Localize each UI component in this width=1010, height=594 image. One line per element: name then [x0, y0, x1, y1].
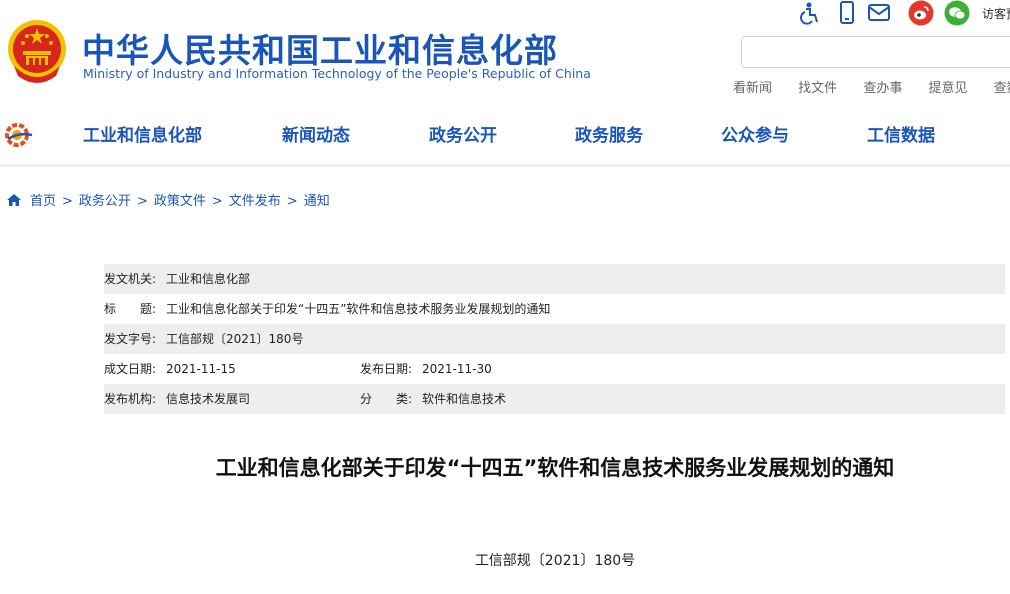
quick-link-news[interactable]: 看新闻	[733, 77, 772, 96]
site-header: 中华人民共和国工业和信息化部 Ministry of Industry and …	[0, 0, 1010, 110]
weibo-icon[interactable]	[908, 0, 934, 26]
search-input[interactable]	[741, 36, 1010, 68]
site-title[interactable]: 中华人民共和国工业和信息化部	[82, 24, 558, 72]
breadcrumb-notice[interactable]: 通知	[304, 194, 330, 209]
accessibility-icon[interactable]	[796, 0, 822, 26]
national-emblem-icon[interactable]	[6, 18, 68, 84]
title-label: 标 题:	[104, 302, 157, 316]
issuer-value: 工业和信息化部	[166, 272, 251, 286]
nav-item-data[interactable]: 工信数据	[867, 121, 935, 146]
category-label: 分 类:	[360, 392, 413, 406]
category-value: 软件和信息技术	[422, 392, 507, 406]
mail-icon[interactable]	[866, 0, 892, 26]
org-label: 发布机构:	[104, 392, 157, 406]
quick-link-data[interactable]: 查数	[994, 77, 1010, 96]
org-value: 信息技术发展司	[166, 392, 251, 406]
quick-link-services[interactable]: 查办事	[863, 77, 902, 96]
breadcrumb-home[interactable]: 首页	[30, 194, 56, 209]
published-date-label: 发布日期:	[360, 362, 413, 376]
home-icon[interactable]	[6, 193, 22, 207]
breadcrumb-separator: >	[211, 194, 223, 209]
info-row-org: 发布机构: 信息技术发展司 分 类: 软件和信息技术	[104, 384, 1005, 414]
document-info-table: 发文机关: 工业和信息化部 标 题: 工业和信息化部关于印发“十四五”软件和信息…	[104, 264, 1005, 414]
published-date-value: 2021-11-30	[422, 362, 492, 376]
document-heading: 工业和信息化部关于印发“十四五”软件和信息技术服务业发展规划的通知	[215, 456, 895, 480]
created-date-value: 2021-11-15	[166, 362, 236, 376]
breadcrumb-government-affairs[interactable]: 政务公开	[79, 194, 131, 209]
nav-item-public-participation[interactable]: 公众参与	[721, 121, 789, 146]
breadcrumb-separator: >	[62, 194, 73, 209]
info-row-dates: 成文日期: 2021-11-15 发布日期: 2021-11-30	[104, 354, 1005, 384]
quick-link-files[interactable]: 找文件	[798, 77, 837, 96]
visitor-link[interactable]: 访客预	[982, 5, 1010, 22]
document-number: 工信部规〔2021〕180号	[474, 553, 636, 569]
quick-link-feedback[interactable]: 提意见	[928, 77, 967, 96]
quick-links: 看新闻 找文件 查办事 提意见 查数	[733, 77, 1010, 96]
info-row-issuer: 发文机关: 工业和信息化部	[104, 264, 1005, 294]
title-value: 工业和信息化部关于印发“十四五”软件和信息技术服务业发展规划的通知	[166, 302, 551, 316]
info-row-docno: 发文字号: 工信部规〔2021〕180号	[104, 324, 1005, 354]
ministry-logo-icon[interactable]	[4, 122, 34, 148]
issuer-label: 发文机关:	[104, 272, 157, 286]
docno-label: 发文字号:	[104, 332, 157, 346]
breadcrumb-separator: >	[286, 194, 298, 209]
breadcrumb: 首页 > 政务公开 > 政策文件 > 文件发布 > 通知	[6, 190, 330, 209]
nav-item-services[interactable]: 政务服务	[575, 121, 643, 146]
breadcrumb-policy-files[interactable]: 政策文件	[154, 194, 206, 209]
breadcrumb-separator: >	[136, 194, 148, 209]
nav-item-ministry[interactable]: 工业和信息化部	[83, 121, 202, 146]
docno-value: 工信部规〔2021〕180号	[166, 332, 304, 346]
mobile-icon[interactable]	[834, 0, 860, 26]
breadcrumb-file-release[interactable]: 文件发布	[229, 194, 281, 209]
nav-item-news[interactable]: 新闻动态	[282, 121, 350, 146]
created-date-label: 成文日期:	[104, 362, 157, 376]
site-subtitle: Ministry of Industry and Information Tec…	[83, 66, 591, 81]
info-row-title: 标 题: 工业和信息化部关于印发“十四五”软件和信息技术服务业发展规划的通知	[104, 294, 1005, 324]
wechat-icon[interactable]	[944, 0, 970, 26]
main-nav: 工业和信息化部 新闻动态 政务公开 政务服务 公众参与 工信数据	[0, 108, 1010, 167]
nav-item-government-affairs[interactable]: 政务公开	[429, 121, 497, 146]
